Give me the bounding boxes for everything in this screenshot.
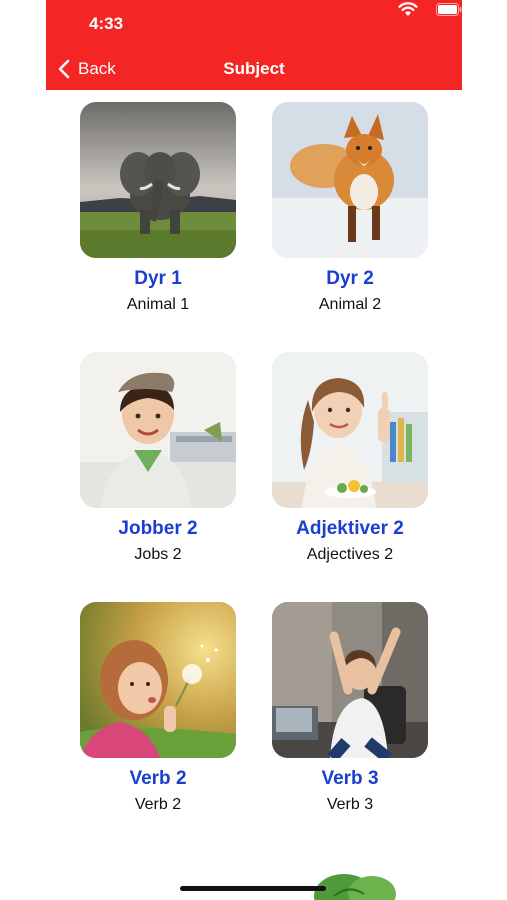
subject-image-flight-attendant — [80, 352, 236, 508]
home-indicator[interactable] — [180, 886, 326, 891]
subject-subtitle: Verb 2 — [134, 796, 182, 813]
status-time: 4:33 — [89, 14, 124, 33]
page-title: Subject — [223, 59, 285, 78]
subject-card-adjektiver-2[interactable]: Adjektiver 2 Adjectives 2 — [272, 352, 428, 572]
subject-subtitle: Animal 1 — [126, 296, 190, 313]
subject-subtitle: Animal 2 — [318, 296, 382, 313]
subject-card-verb-3[interactable]: Verb 3 Verb 3 — [272, 602, 428, 822]
subject-title: Verb 2 — [129, 768, 187, 789]
wifi-icon — [398, 2, 418, 16]
leaf-decoration-icon — [314, 874, 396, 900]
subject-title: Dyr 2 — [326, 268, 374, 289]
subject-image-woman-celebrating — [272, 602, 428, 758]
subject-image-elephant — [80, 102, 236, 258]
subject-image-girl-blowing-dandelion — [80, 602, 236, 758]
battery-icon — [436, 3, 462, 16]
subject-title: Jobber 2 — [118, 518, 198, 539]
subject-title: Adjektiver 2 — [296, 518, 404, 539]
subject-card-dyr-2[interactable]: Dyr 2 Animal 2 — [272, 102, 428, 322]
phone-screen: 4:33 Back Subject Dyr 1 Animal 1 Dyr 2 A… — [46, 0, 462, 900]
subject-card-verb-2[interactable]: Verb 2 Verb 2 — [80, 602, 236, 822]
subject-card-jobber-2[interactable]: Jobber 2 Jobs 2 — [80, 352, 236, 572]
subject-image-girl-thumbs-up — [272, 352, 428, 508]
subject-subtitle: Verb 3 — [326, 796, 374, 813]
subject-image-fox — [272, 102, 428, 258]
navigation-bar: 4:33 Back Subject — [46, 0, 462, 90]
subject-card-dyr-1[interactable]: Dyr 1 Animal 1 — [80, 102, 236, 322]
subject-title: Verb 3 — [321, 768, 379, 789]
subject-title: Dyr 1 — [134, 268, 182, 289]
subject-subtitle: Adjectives 2 — [306, 546, 394, 563]
subject-subtitle: Jobs 2 — [134, 546, 182, 563]
